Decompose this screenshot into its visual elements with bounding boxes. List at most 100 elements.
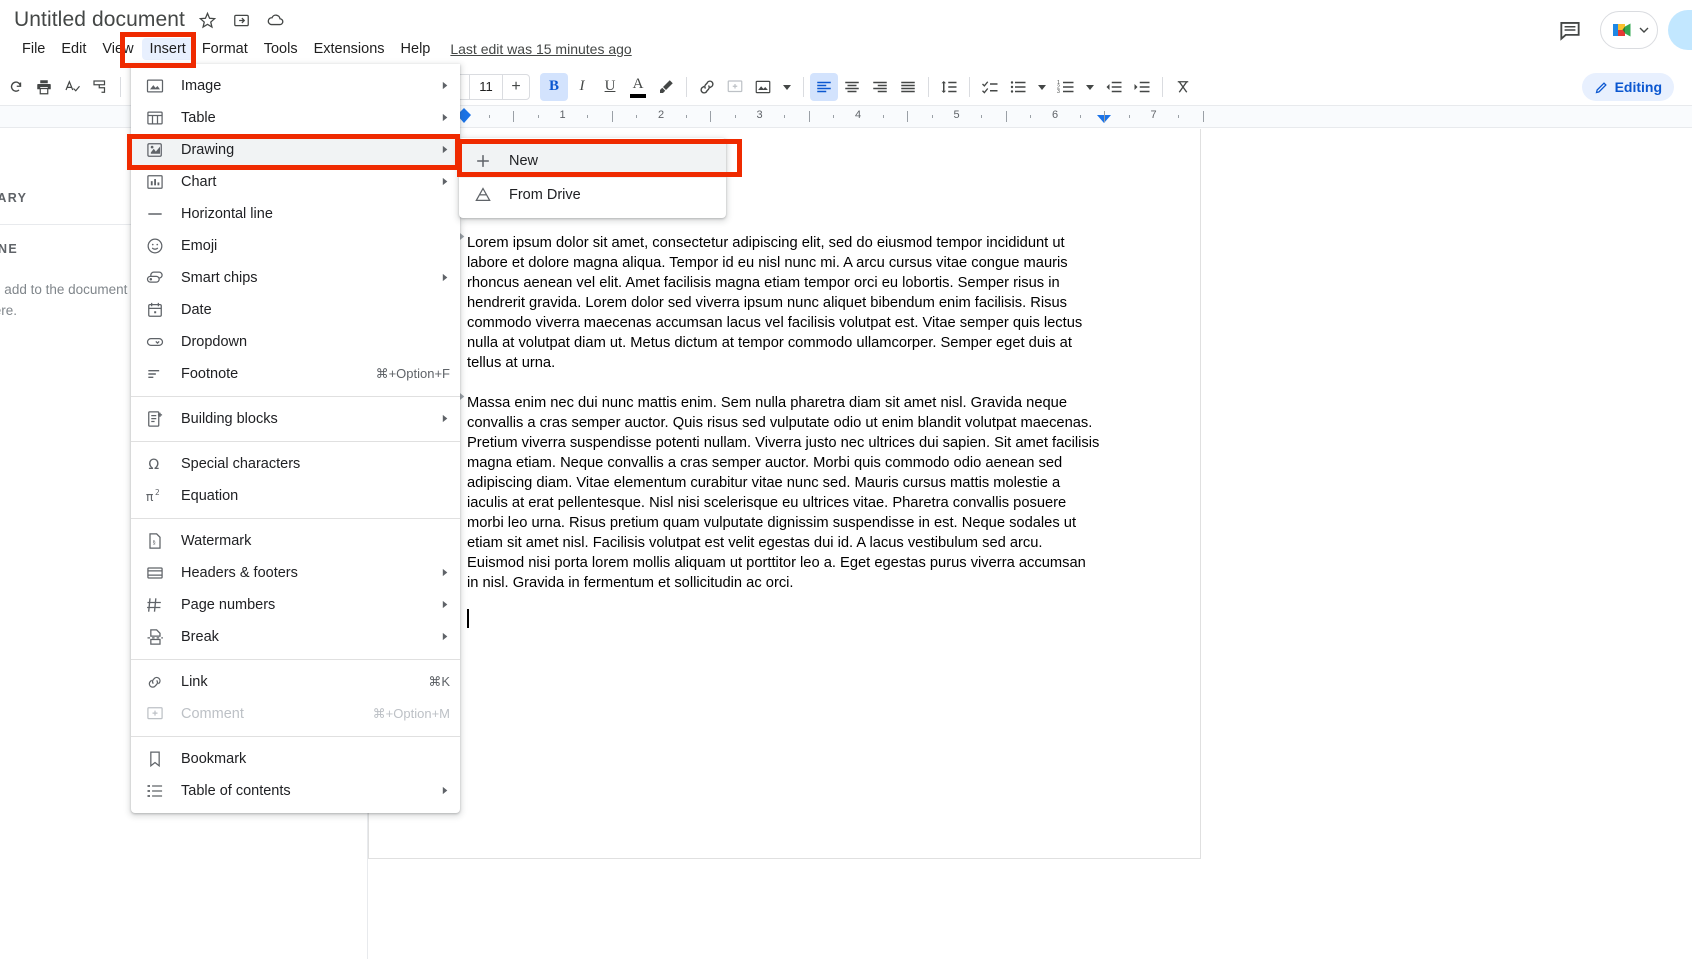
menu-insert[interactable]: Insert <box>141 38 194 60</box>
share-button[interactable] <box>1668 10 1692 50</box>
svg-text:2: 2 <box>155 488 160 497</box>
insert-menu-panel[interactable]: Image Table Drawing Chart Horizontal line Emo… <box>131 64 460 813</box>
menu-item-dropdown[interactable]: Dropdown <box>131 326 460 358</box>
pencil-icon <box>1595 81 1607 93</box>
spellcheck-icon[interactable] <box>58 73 86 101</box>
ruler-minor-tick <box>488 115 490 118</box>
redo-icon[interactable] <box>2 73 30 101</box>
underline-button[interactable]: U <box>596 73 624 101</box>
menu-edit[interactable]: Edit <box>53 38 94 60</box>
menu-item-shortcut: ⌘K <box>428 674 450 689</box>
submenu-arrow-icon <box>441 568 450 579</box>
watermark-icon: § <box>143 529 167 553</box>
menu-item-bookmark[interactable]: Bookmark <box>131 743 460 775</box>
menu-format[interactable]: Format <box>194 38 256 60</box>
ruler-half-tick <box>1005 111 1007 122</box>
ruler-half-tick <box>710 111 712 122</box>
line-spacing-button[interactable] <box>935 73 963 101</box>
menu-item-break[interactable]: Break <box>131 621 460 653</box>
submenu-arrow-icon <box>441 145 450 156</box>
add-comment-icon[interactable] <box>721 73 749 101</box>
ruler-number: 7 <box>1150 109 1157 121</box>
menu-view[interactable]: View <box>94 38 141 60</box>
paint-format-icon[interactable] <box>86 73 114 101</box>
menu-item-horizontal-line[interactable]: Horizontal line <box>131 198 460 230</box>
increase-indent-button[interactable] <box>1128 73 1156 101</box>
menu-item-emoji[interactable]: Emoji <box>131 230 460 262</box>
paragraph-2[interactable]: Massa enim nec dui nunc mattis enim. Sem… <box>467 393 1101 593</box>
menu-item-image[interactable]: Image <box>131 70 460 102</box>
ruler-half-tick <box>611 111 613 122</box>
numbered-list-chevron-icon[interactable] <box>1080 73 1100 101</box>
menu-item-chart[interactable]: Chart <box>131 166 460 198</box>
checklist-button[interactable] <box>976 73 1004 101</box>
bold-button[interactable]: B <box>540 72 568 101</box>
menu-item-date[interactable]: Date <box>131 294 460 326</box>
menu-item-building-blocks[interactable]: Building blocks <box>131 403 460 435</box>
submenu-arrow-icon <box>441 786 450 797</box>
ruler-minor-tick <box>1079 115 1081 118</box>
toolbar-divider-6 <box>1162 76 1163 97</box>
menu-item-table-of-contents[interactable]: Table of contents <box>131 775 460 807</box>
page-title[interactable]: Untitled document <box>14 8 185 32</box>
menu-item-table[interactable]: Table <box>131 102 460 134</box>
editing-mode-label: Editing <box>1614 79 1662 95</box>
star-icon[interactable] <box>197 9 219 31</box>
insert-image-icon[interactable] <box>749 73 777 101</box>
last-edit-status[interactable]: Last edit was 15 minutes ago <box>450 41 631 57</box>
drawing-submenu-panel[interactable]: New From Drive <box>459 138 726 218</box>
bulleted-list-button[interactable] <box>1004 73 1032 101</box>
menu-item-smart-chips[interactable]: Smart chips <box>131 262 460 294</box>
menu-item-equation[interactable]: π 2 Equation <box>131 480 460 512</box>
decrease-indent-button[interactable] <box>1100 73 1128 101</box>
horizontal-line-icon <box>143 202 167 226</box>
menu-item-page-numbers[interactable]: Page numbers <box>131 589 460 621</box>
insert-link-icon[interactable] <box>693 73 721 101</box>
align-left-button[interactable] <box>810 72 838 101</box>
menu-item-label: Break <box>181 629 219 645</box>
cloud-saved-icon[interactable] <box>265 9 287 31</box>
menu-item-link[interactable]: Link ⌘K <box>131 666 460 698</box>
clear-formatting-button[interactable] <box>1169 73 1197 101</box>
align-justify-button[interactable] <box>894 73 922 101</box>
editing-mode-button[interactable]: Editing <box>1581 73 1674 101</box>
image-options-chevron-icon[interactable] <box>777 73 797 101</box>
align-center-button[interactable] <box>838 73 866 101</box>
menu-item-label: Footnote <box>181 366 239 382</box>
font-size-increase-button[interactable]: + <box>503 75 529 99</box>
menu-help[interactable]: Help <box>393 38 439 60</box>
google-meet-button[interactable] <box>1600 11 1658 49</box>
menu-item-label: Horizontal line <box>181 206 273 222</box>
menu-extensions[interactable]: Extensions <box>306 38 393 60</box>
menu-item-headers-footers[interactable]: Headers & footers <box>131 557 460 589</box>
font-size-input[interactable]: 11 <box>469 74 503 99</box>
move-to-folder-icon[interactable] <box>231 9 253 31</box>
document-body[interactable]: Lorem ipsum dolor sit amet, consectetur … <box>467 233 1101 613</box>
menu-item-watermark[interactable]: § Watermark <box>131 525 460 557</box>
submenu-item-new[interactable]: New <box>459 144 726 178</box>
menu-file[interactable]: File <box>14 38 53 60</box>
google-drive-icon <box>471 183 495 207</box>
menu-item-label: Dropdown <box>181 334 248 350</box>
document-page[interactable]: Lorem ipsum dolor sit amet, consectetur … <box>368 129 1201 859</box>
svg-text:π: π <box>146 489 154 504</box>
text-cursor <box>467 609 469 628</box>
submenu-item-from-drive[interactable]: From Drive <box>459 178 726 212</box>
bulleted-list-chevron-icon[interactable] <box>1032 73 1052 101</box>
text-color-button[interactable]: A <box>624 73 652 101</box>
ruler-number: 2 <box>657 109 665 121</box>
ruler-half-tick <box>513 111 515 122</box>
comment-history-icon[interactable] <box>1550 10 1590 50</box>
highlight-color-button[interactable] <box>652 73 680 101</box>
menu-item-special-characters[interactable]: Ω Special characters <box>131 448 460 480</box>
menu-tools[interactable]: Tools <box>256 38 306 60</box>
menu-item-footnote[interactable]: Footnote ⌘+Option+F <box>131 358 460 390</box>
italic-button[interactable]: I <box>568 73 596 101</box>
paragraph-1[interactable]: Lorem ipsum dolor sit amet, consectetur … <box>467 233 1101 373</box>
ruler-minor-tick <box>636 115 638 118</box>
svg-text:3: 3 <box>1057 89 1060 95</box>
menu-item-drawing[interactable]: Drawing <box>131 134 460 166</box>
align-right-button[interactable] <box>866 73 894 101</box>
print-icon[interactable] <box>30 73 58 101</box>
numbered-list-button[interactable]: 123 <box>1052 73 1080 101</box>
